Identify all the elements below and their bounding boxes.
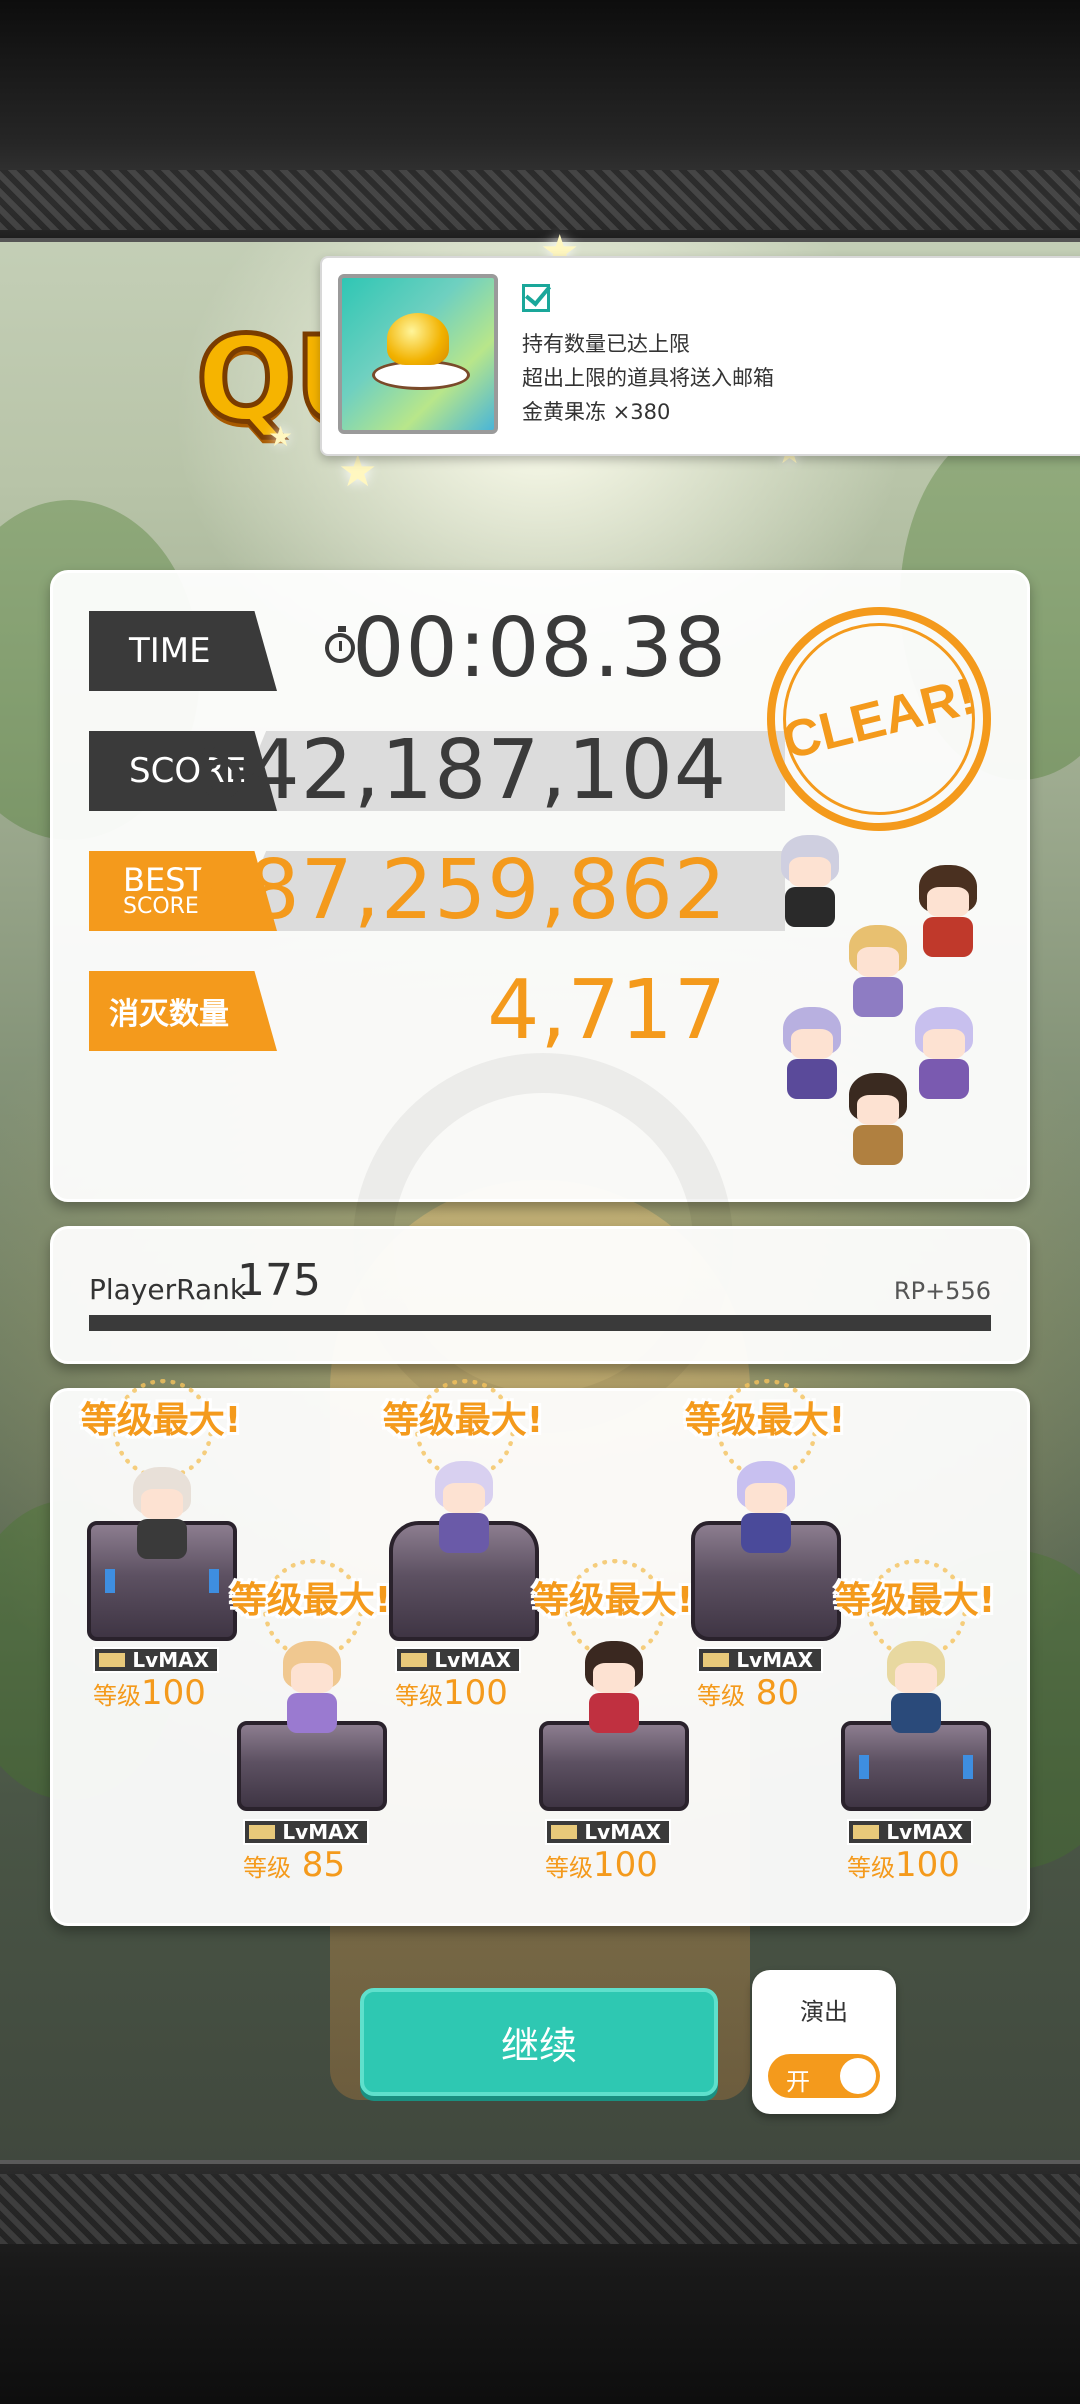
- lvmax-badge: LvMAX: [93, 1647, 219, 1673]
- player-rank-panel: PlayerRank 175 RP+556: [50, 1226, 1030, 1364]
- rank-points-gain: RP+556: [893, 1277, 991, 1305]
- level-number: 80: [745, 1673, 800, 1713]
- level-number: 100: [141, 1673, 206, 1713]
- party-character-sprite: [913, 865, 983, 961]
- performance-toggle-box: 演出 开: [752, 1970, 896, 2114]
- character-level: 等级100: [395, 1673, 555, 1713]
- character-level: 等级 80: [697, 1673, 857, 1713]
- performance-label: 演出: [800, 1998, 848, 2026]
- level-number: 85: [291, 1845, 346, 1885]
- party-character-sprite: [843, 1073, 913, 1169]
- notify-line-item: 金黄果冻 ×380: [522, 400, 671, 424]
- bottom-frame-bar: [0, 2160, 1080, 2404]
- level-max-banner: 等级最大!: [230, 1580, 392, 1621]
- character-sprite: [881, 1641, 951, 1737]
- level-max-banner: 等级最大!: [684, 1400, 846, 1441]
- time-label: TIME: [89, 611, 277, 691]
- character-sprite: [127, 1467, 197, 1563]
- best-label-line1: BEST: [123, 861, 206, 899]
- character-level: 等级 85: [243, 1845, 403, 1885]
- stopwatch-icon: [325, 626, 355, 663]
- kill-count-value: 4,717: [487, 963, 727, 1058]
- character-sprite: [579, 1641, 649, 1737]
- level-prefix: 等级: [697, 1682, 745, 1710]
- party-character-sprite: [775, 835, 845, 931]
- item-limit-notification[interactable]: 持有数量已达上限 超出上限的道具将送入邮箱 金黄果冻 ×380: [320, 256, 1080, 456]
- best-label-line2: SCORE: [123, 894, 199, 919]
- continue-button[interactable]: 继续: [360, 1988, 718, 2096]
- kill-count-label: 消灭数量: [89, 971, 277, 1051]
- party-character-sprite: [909, 1007, 979, 1103]
- checkbox-icon: [522, 284, 550, 312]
- level-max-banner: 等级最大!: [382, 1400, 544, 1441]
- performance-toggle[interactable]: 开: [768, 2054, 880, 2098]
- result-panel: TIME 00:08.38 SCORE 642,187,104 BEST SCO…: [50, 570, 1030, 1433]
- character-level: 等级100: [545, 1845, 705, 1885]
- lvmax-badge: LvMAX: [243, 1819, 369, 1845]
- level-number: 100: [895, 1845, 960, 1885]
- character-level: 等级100: [93, 1673, 253, 1713]
- character-level: 等级100: [847, 1845, 1007, 1885]
- lvmax-badge: LvMAX: [545, 1819, 671, 1845]
- toggle-state-label: 开: [786, 2068, 810, 2096]
- toggle-knob: [840, 2058, 876, 2094]
- level-prefix: 等级: [847, 1854, 895, 1882]
- character-level-panel: 等级最大! LvMAX 等级100 等级最大! LvMAX 等级 85 等级最大…: [50, 1379, 1030, 1926]
- clear-stamp-text: CLEAR!: [776, 667, 982, 771]
- level-prefix: 等级: [545, 1854, 593, 1882]
- lvmax-badge: LvMAX: [697, 1647, 823, 1673]
- player-rank-label: PlayerRank: [89, 1273, 247, 1306]
- character-sprite: [429, 1461, 499, 1557]
- golden-pudding-icon: [338, 274, 498, 434]
- character-sprite: [277, 1641, 347, 1737]
- level-prefix: 等级: [93, 1682, 141, 1710]
- notify-line-limit: 持有数量已达上限: [522, 332, 690, 356]
- level-number: 100: [593, 1845, 658, 1885]
- lvmax-badge: LvMAX: [847, 1819, 973, 1845]
- level-max-banner: 等级最大!: [532, 1580, 694, 1621]
- level-prefix: 等级: [395, 1682, 443, 1710]
- time-value: 00:08.38: [352, 601, 727, 696]
- level-max-banner: 等级最大!: [80, 1400, 242, 1441]
- party-character-sprite: [777, 1007, 847, 1103]
- top-frame-bar: [0, 0, 1080, 242]
- score-value: 642,187,104: [194, 723, 727, 818]
- character-sprite: [731, 1461, 801, 1557]
- party-character-sprite: [843, 925, 913, 1021]
- sparkle-icon: ★: [268, 420, 294, 453]
- level-number: 100: [443, 1673, 508, 1713]
- best-score-value: 987,259,862: [194, 843, 727, 938]
- notify-line-mailbox: 超出上限的道具将送入邮箱: [522, 366, 774, 390]
- clear-stamp: CLEAR!: [767, 607, 991, 831]
- rank-progress-bar: [89, 1315, 991, 1331]
- level-prefix: 等级: [243, 1854, 291, 1882]
- level-max-banner: 等级最大!: [834, 1580, 996, 1621]
- lvmax-badge: LvMAX: [395, 1647, 521, 1673]
- player-rank-value: 175: [237, 1255, 321, 1306]
